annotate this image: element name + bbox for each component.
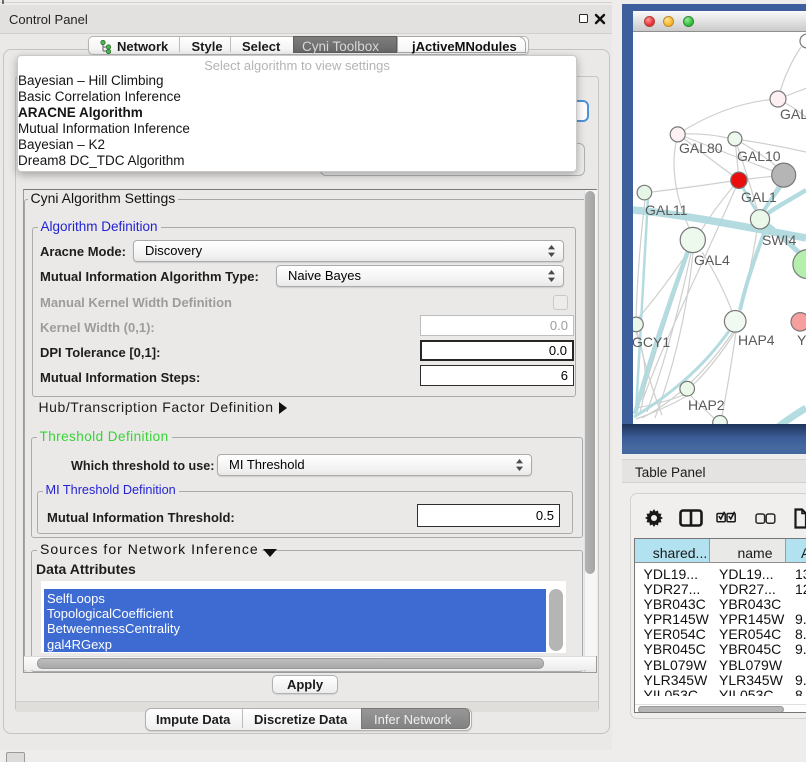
svg-text:SWI4: SWI4 — [762, 232, 796, 248]
svg-text:Y: Y — [797, 332, 806, 348]
svg-text:GAL1: GAL1 — [741, 189, 777, 205]
svg-text:GAL10: GAL10 — [737, 148, 781, 164]
svg-text:GAL: GAL — [780, 106, 806, 122]
svg-text:GAL80: GAL80 — [679, 140, 723, 156]
svg-text:GAL11: GAL11 — [645, 202, 688, 218]
svg-text:HAP2: HAP2 — [688, 397, 725, 413]
svg-text:HAP4: HAP4 — [738, 332, 775, 348]
svg-text:GCY1: GCY1 — [633, 334, 670, 350]
svg-text:GAL4: GAL4 — [694, 252, 730, 268]
